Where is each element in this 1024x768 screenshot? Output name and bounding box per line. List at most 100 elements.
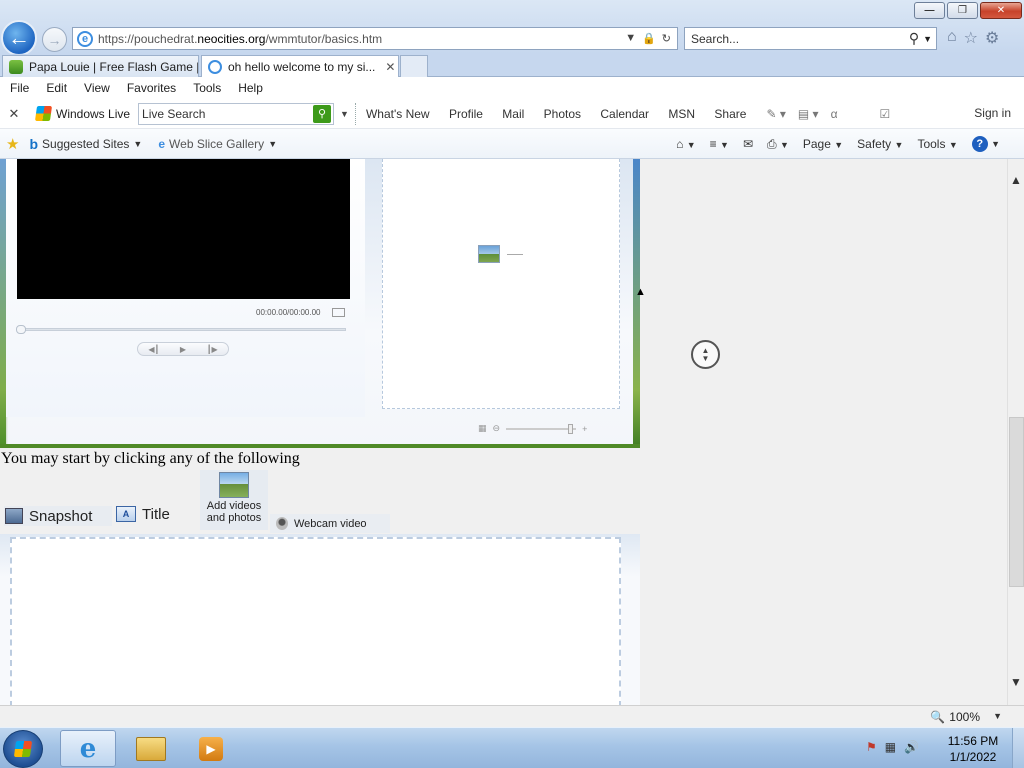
media-player-icon: ▶ bbox=[199, 736, 223, 761]
show-desktop-button[interactable] bbox=[1012, 728, 1024, 768]
zoom-in-icon: + bbox=[582, 423, 588, 434]
address-dropdown-icon[interactable]: ▼ bbox=[625, 32, 636, 45]
home-command-icon[interactable]: ⌂ ▼ bbox=[676, 137, 696, 151]
search-dropdown-icon[interactable]: ▼ bbox=[923, 34, 936, 44]
zoom-out-icon: ⊖ bbox=[492, 423, 501, 433]
fullscreen-icon bbox=[332, 308, 345, 317]
refresh-icon[interactable]: ↻ bbox=[662, 32, 671, 45]
scroll-thumb[interactable] bbox=[1009, 417, 1024, 587]
menu-bar: File Edit View Favorites Tools Help bbox=[0, 77, 1024, 99]
edit-box-icon[interactable]: ☑ bbox=[880, 107, 891, 121]
tab-label: oh hello welcome to my si... bbox=[228, 59, 376, 74]
feeds-icon[interactable]: ≡ ▼ bbox=[710, 137, 729, 151]
link-photos[interactable]: Photos bbox=[544, 107, 581, 121]
link-msn[interactable]: MSN bbox=[668, 107, 695, 121]
title-button[interactable]: A Title bbox=[116, 504, 170, 524]
intro-text: You may start by clicking any of the fol… bbox=[1, 450, 300, 467]
title-icon: A bbox=[116, 506, 136, 522]
link-share[interactable]: Share bbox=[714, 107, 746, 121]
add-videos-label-line1: Add videos bbox=[206, 500, 262, 512]
address-actions: ▼ 🔒 ↻ bbox=[625, 32, 677, 45]
search-icon[interactable]: ⚲ bbox=[909, 30, 923, 47]
close-toolbar-icon[interactable]: ✕ bbox=[0, 106, 28, 122]
tools-menu[interactable]: Tools ▼ bbox=[917, 137, 957, 151]
menu-tools[interactable]: Tools bbox=[193, 81, 221, 95]
vertical-scrollbar[interactable]: ▲ ▼ bbox=[1007, 159, 1024, 705]
gear-icon[interactable]: ⚙ bbox=[985, 28, 999, 48]
print-icon[interactable]: ⎙ ▼ bbox=[767, 137, 789, 152]
storyboard-pane bbox=[382, 159, 620, 409]
close-tab-icon[interactable]: ✕ bbox=[385, 60, 395, 74]
taskbar-internet-explorer[interactable]: e bbox=[60, 730, 116, 767]
webcam-video-button[interactable]: Webcam video bbox=[270, 514, 390, 533]
link-whats-new[interactable]: What's New bbox=[366, 107, 430, 121]
safety-menu[interactable]: Safety ▼ bbox=[857, 137, 903, 151]
help-menu[interactable]: ? ▼ bbox=[971, 136, 1000, 152]
start-button[interactable] bbox=[3, 730, 43, 768]
zoom-level[interactable]: 🔍 100% bbox=[930, 710, 980, 724]
blog-icon[interactable]: ✎ ▾ bbox=[766, 107, 785, 121]
link-profile[interactable]: Profile bbox=[449, 107, 483, 121]
scroll-down-icon[interactable]: ▼ bbox=[1008, 675, 1024, 691]
status-bar: 🔍 100% ▼ bbox=[0, 705, 1024, 727]
favorites-add-icon[interactable]: ★ bbox=[6, 135, 19, 153]
storyboard-dash bbox=[507, 254, 523, 255]
menu-file[interactable]: File bbox=[10, 81, 29, 95]
back-button[interactable]: ← bbox=[1, 20, 37, 56]
seek-bar bbox=[16, 325, 346, 334]
network-icon[interactable]: ▦ bbox=[885, 740, 896, 754]
minimize-button[interactable]: — bbox=[914, 2, 945, 19]
action-center-icon[interactable]: ⚑ bbox=[866, 740, 877, 754]
web-slice-gallery-label: Web Slice Gallery bbox=[169, 136, 265, 151]
windows-live-brand[interactable]: Windows Live bbox=[34, 106, 130, 121]
highlight-icon[interactable]: ▤ ▾ bbox=[798, 107, 819, 121]
read-mail-icon[interactable]: ✉ bbox=[743, 137, 753, 151]
windows-flag-icon bbox=[13, 741, 33, 757]
taskbar-explorer[interactable] bbox=[123, 730, 179, 767]
taskbar-media-player[interactable]: ▶ bbox=[183, 730, 239, 767]
add-videos-and-photos-button[interactable]: Add videos and photos bbox=[200, 470, 268, 530]
webcam-icon bbox=[276, 517, 288, 530]
scroll-up-icon[interactable]: ▲ bbox=[1008, 173, 1024, 189]
sign-in-link[interactable]: Sign in bbox=[974, 106, 1011, 120]
browser-search-box[interactable]: Search... ⚲ ▼ bbox=[684, 27, 937, 50]
link-calendar[interactable]: Calendar bbox=[600, 107, 649, 121]
live-links: What's New Profile Mail Photos Calendar … bbox=[366, 107, 763, 121]
windows-taskbar: e ▶ ⚑ ▦ 🔊 11:56 PM 1/1/2022 bbox=[0, 727, 1024, 768]
help-icon: ? bbox=[971, 136, 988, 152]
tab-papa-louie[interactable]: Papa Louie | Free Flash Game |... bbox=[2, 55, 199, 77]
play-icon: ▶ bbox=[179, 344, 187, 354]
zoom-dropdown-icon[interactable]: ▼ bbox=[993, 711, 1002, 721]
browser-search-placeholder[interactable]: Search... bbox=[691, 32, 909, 46]
taskbar-clock[interactable]: 11:56 PM 1/1/2022 bbox=[940, 733, 1006, 765]
live-search-go-icon[interactable]: ⚲ bbox=[313, 104, 332, 123]
forward-button[interactable]: → bbox=[42, 27, 67, 52]
playback-controls: ◀┃ ▶ ┃▶ bbox=[137, 342, 229, 356]
back-arrow-icon: ← bbox=[8, 25, 30, 50]
menu-help[interactable]: Help bbox=[238, 81, 263, 95]
volume-icon[interactable]: 🔊 bbox=[904, 740, 919, 754]
close-window-button[interactable]: ✕ bbox=[980, 2, 1022, 19]
link-mail[interactable]: Mail bbox=[502, 107, 524, 121]
snapshot-button[interactable]: Snapshot bbox=[4, 506, 112, 526]
live-search-dropdown-icon[interactable]: ▼ bbox=[340, 109, 349, 119]
translate-icon[interactable]: α bbox=[831, 107, 838, 121]
suggested-sites-button[interactable]: b Suggested Sites ▼ bbox=[29, 136, 142, 152]
web-slice-gallery-button[interactable]: e Web Slice Gallery ▼ bbox=[158, 137, 277, 151]
menu-view[interactable]: View bbox=[84, 81, 110, 95]
address-url[interactable]: https://pouchedrat.neocities.org/wmmtuto… bbox=[98, 32, 625, 46]
ie-page-icon: e bbox=[158, 136, 166, 151]
live-search-input[interactable]: Live Search ⚲ bbox=[138, 102, 335, 125]
home-icon[interactable]: ⌂ bbox=[947, 28, 957, 48]
menu-edit[interactable]: Edit bbox=[46, 81, 67, 95]
page-menu[interactable]: Page ▼ bbox=[803, 137, 843, 151]
address-bar[interactable]: e https://pouchedrat.neocities.org/wmmtu… bbox=[72, 27, 678, 50]
lock-icon[interactable]: 🔒 bbox=[642, 32, 656, 45]
system-tray: ⚑ ▦ 🔊 bbox=[866, 740, 919, 754]
new-tab-button[interactable] bbox=[400, 55, 428, 77]
favorites-star-icon[interactable]: ☆ bbox=[964, 28, 978, 48]
autoscroll-icon: ▲ ▼ bbox=[691, 340, 720, 369]
menu-favorites[interactable]: Favorites bbox=[127, 81, 176, 95]
restore-button[interactable]: ❐ bbox=[947, 2, 978, 19]
tab-welcome[interactable]: oh hello welcome to my si... ✕ bbox=[201, 55, 399, 77]
